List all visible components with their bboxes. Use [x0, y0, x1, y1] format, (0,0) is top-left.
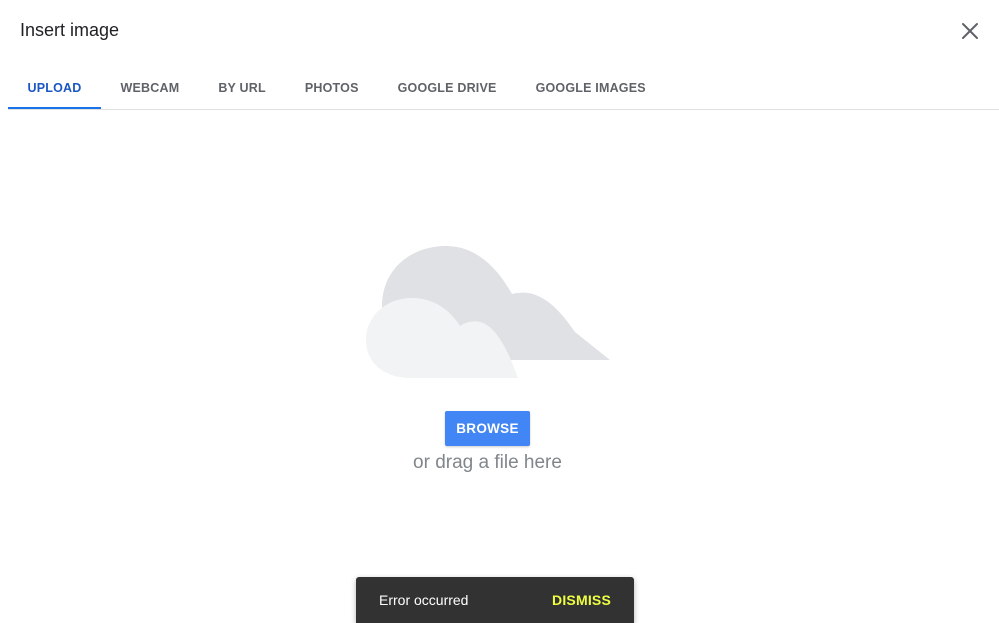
- tab-bar: UPLOAD WEBCAM BY URL PHOTOS GOOGLE DRIVE…: [8, 66, 665, 110]
- drag-hint: or drag a file here: [413, 452, 562, 473]
- snackbar-message: Error occurred: [379, 592, 469, 608]
- error-snackbar: Error occurred DISMISS: [356, 577, 634, 623]
- tab-google-drive[interactable]: GOOGLE DRIVE: [378, 66, 516, 110]
- dismiss-button[interactable]: DISMISS: [552, 592, 611, 608]
- tab-google-images[interactable]: GOOGLE IMAGES: [516, 66, 665, 110]
- insert-image-dialog: Insert image UPLOAD WEBCAM BY URL PHOTOS…: [0, 0, 999, 623]
- dialog-title: Insert image: [20, 20, 120, 40]
- tab-by-url[interactable]: BY URL: [199, 66, 286, 110]
- close-button[interactable]: [958, 19, 982, 43]
- upload-illustration: [360, 240, 620, 390]
- close-icon: [962, 23, 978, 39]
- cloud-icon: [366, 246, 610, 378]
- browse-button[interactable]: BROWSE: [445, 411, 530, 446]
- tab-photos[interactable]: PHOTOS: [285, 66, 378, 110]
- tab-upload[interactable]: UPLOAD: [8, 66, 101, 110]
- tab-divider: [8, 109, 999, 110]
- tab-webcam[interactable]: WEBCAM: [101, 66, 199, 110]
